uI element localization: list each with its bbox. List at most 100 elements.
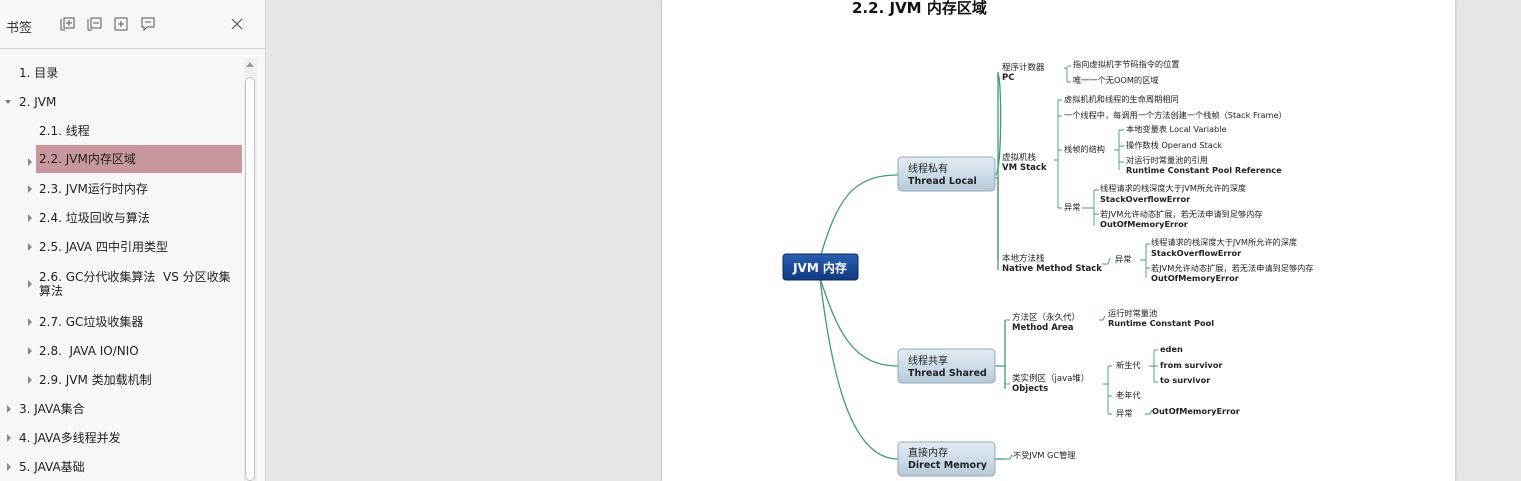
bookmark-item-selected[interactable]: 2.2. JVM内存区域 bbox=[36, 145, 242, 173]
bookmark-panel: 书签 1. 目录 2. JVM 2.1. 线程 2.2. JVM内存区域 2.3… bbox=[0, 0, 266, 481]
bookmark-label: 4. JAVA多线程并发 bbox=[19, 431, 121, 445]
leaf-text: 运行时常量池 bbox=[1108, 308, 1157, 318]
bookmark-item[interactable]: 1. 目录 bbox=[0, 65, 243, 81]
bookmark-item[interactable]: 4. JAVA多线程并发 bbox=[0, 430, 243, 446]
bookmark-note-icon[interactable] bbox=[140, 16, 156, 32]
bookmark-label-continued: 算法 bbox=[39, 284, 64, 298]
bookmark-label: 2.4. 垃圾回收与算法 bbox=[39, 211, 150, 225]
jvm-memory-mindmap: JVM 内存 线程私有 Thread Local 线程共享 Thread Sha… bbox=[782, 59, 1313, 477]
leaf-text: OutOfMemoryError bbox=[1151, 273, 1240, 283]
caret-right-icon[interactable] bbox=[25, 316, 35, 330]
caret-right-icon[interactable] bbox=[25, 278, 35, 292]
bookmark-scrollbar[interactable] bbox=[244, 58, 257, 481]
leaf-text: 操作数栈 Operand Stack bbox=[1126, 140, 1222, 150]
caret-right-icon[interactable] bbox=[25, 345, 35, 359]
leaf-text: 本地变量表 Local Variable bbox=[1126, 124, 1227, 134]
caret-right-icon[interactable] bbox=[4, 403, 14, 417]
leaf-text: from survivor bbox=[1160, 360, 1223, 370]
node-method-area-en: Method Area bbox=[1012, 323, 1074, 333]
bookmark-item[interactable]: 2.9. JVM 类加载机制 bbox=[0, 372, 243, 388]
bookmark-item[interactable]: 2.3. JVM运行时内存 bbox=[0, 181, 243, 197]
bookmark-label: 2.8. JAVA IO/NIO bbox=[39, 344, 139, 358]
branch-cn: 线程私有 bbox=[908, 162, 948, 175]
leaf-text: to survivor bbox=[1160, 375, 1211, 385]
bookmark-item[interactable]: 2.1. 线程 bbox=[0, 123, 243, 139]
bookmark-label: 2. JVM bbox=[19, 95, 57, 109]
mindmap-root-label: JVM 内存 bbox=[792, 260, 847, 275]
leaf-text: 不受JVM GC管理 bbox=[1013, 450, 1076, 460]
caret-down-icon[interactable] bbox=[4, 96, 14, 110]
caret-right-icon[interactable] bbox=[25, 374, 35, 388]
bookmark-item[interactable]: 2.4. 垃圾回收与算法 bbox=[0, 210, 243, 226]
node-pc-en: PC bbox=[1002, 73, 1014, 83]
node-frame-structure: 栈帧的结构 bbox=[1064, 144, 1105, 154]
leaf-text: eden bbox=[1160, 344, 1183, 354]
node-vm-stack-cn: 虚拟机栈 bbox=[1002, 152, 1037, 163]
node-exception: 异常 bbox=[1116, 408, 1132, 418]
node-pc-cn: 程序计数器 bbox=[1002, 62, 1045, 73]
bookmark-item[interactable]: 2.8. JAVA IO/NIO bbox=[0, 343, 243, 359]
caret-right-icon[interactable] bbox=[4, 461, 14, 475]
bookmark-label: 2.3. JVM运行时内存 bbox=[39, 182, 148, 196]
node-method-area-cn: 方法区（永久代） bbox=[1012, 312, 1080, 323]
node-exception: 异常 bbox=[1064, 202, 1080, 212]
caret-right-icon[interactable] bbox=[25, 183, 35, 197]
leaf-text: 若JVM允许动态扩展，若无法申请到足够内存 bbox=[1151, 263, 1313, 273]
leaf-text: 线程请求的栈深度大于JVM所允许的深度 bbox=[1151, 237, 1297, 247]
collapse-all-icon[interactable] bbox=[87, 16, 103, 32]
bookmark-label: 1. 目录 bbox=[19, 66, 59, 80]
leaf-text: 若JVM允许动态扩展，若无法申请到足够内存 bbox=[1100, 209, 1262, 219]
branch-en: Thread Shared bbox=[908, 368, 987, 379]
leaf-text: Runtime Constant Pool bbox=[1108, 318, 1214, 328]
node-young-gen: 新生代 bbox=[1116, 360, 1141, 370]
expand-all-icon[interactable] bbox=[60, 16, 76, 32]
bookmark-item[interactable]: 3. JAVA集合 bbox=[0, 401, 243, 417]
node-objects-cn: 类实例区（java堆） bbox=[1012, 373, 1089, 384]
node-old-gen: 老年代 bbox=[1116, 390, 1141, 400]
leaf-text: StackOverflowError bbox=[1100, 194, 1191, 204]
node-native-stack-cn: 本地方法栈 bbox=[1002, 253, 1045, 264]
leaf-text: OutOfMemoryError bbox=[1100, 219, 1189, 229]
branch-en: Direct Memory bbox=[908, 460, 988, 471]
leaf-text: 唯一一个无OOM的区域 bbox=[1073, 75, 1158, 85]
document-page: 2.2. JVM 内存区域 JVM 内存 线程私有 Thread Local 线… bbox=[662, 0, 1455, 481]
bookmark-label: 2.1. 线程 bbox=[39, 124, 90, 138]
leaf-text: 一个线程中，每调用一个方法创建一个栈帧（Stack Frame） bbox=[1064, 110, 1287, 120]
branch-en: Thread Local bbox=[908, 176, 977, 187]
branch-cn: 线程共享 bbox=[908, 354, 948, 367]
bookmark-panel-title: 书签 bbox=[6, 21, 33, 36]
node-vm-stack-en: VM Stack bbox=[1002, 163, 1047, 173]
branch-cn: 直接内存 bbox=[908, 446, 948, 459]
node-objects-en: Objects bbox=[1012, 384, 1048, 394]
caret-right-icon[interactable] bbox=[25, 241, 35, 255]
close-icon[interactable] bbox=[229, 16, 245, 32]
scroll-up-icon[interactable] bbox=[246, 62, 254, 67]
bookmark-item[interactable]: 2.6. GC分代收集算法 VS 分区收集 算法 bbox=[0, 269, 243, 299]
leaf-text: Runtime Constant Pool Reference bbox=[1126, 165, 1282, 175]
node-native-stack-en: Native Method Stack bbox=[1002, 264, 1102, 274]
add-bookmark-icon[interactable] bbox=[113, 16, 129, 32]
leaf-text: StackOverflowError bbox=[1151, 248, 1242, 258]
scrollbar-thumb[interactable] bbox=[245, 77, 255, 481]
bookmark-panel-header: 书签 bbox=[0, 0, 265, 49]
bookmark-label: 2.5. JAVA 四中引用类型 bbox=[39, 240, 168, 254]
leaf-text: 线程请求的栈深度大于JVM所允许的深度 bbox=[1100, 183, 1246, 193]
bookmark-item[interactable]: 2. JVM bbox=[0, 94, 243, 110]
node-exception: 异常 bbox=[1115, 254, 1131, 264]
leaf-text: 对运行时常量池的引用 bbox=[1126, 155, 1208, 165]
leaf-text: 指向虚拟机字节码指令的位置 bbox=[1073, 59, 1179, 69]
leaf-text: 虚拟机机和线程的生命周期相同 bbox=[1064, 94, 1179, 104]
caret-right-icon[interactable] bbox=[4, 432, 14, 446]
leaf-text: OutOfMemoryError bbox=[1152, 406, 1241, 416]
bookmark-label: 2.6. GC分代收集算法 VS 分区收集 bbox=[39, 270, 231, 284]
bookmark-label: 2.2. JVM内存区域 bbox=[39, 152, 136, 166]
bookmark-label: 2.7. GC垃圾收集器 bbox=[39, 315, 144, 329]
bookmark-label: 5. JAVA基础 bbox=[19, 460, 85, 474]
bookmark-item[interactable]: 5. JAVA基础 bbox=[0, 459, 243, 475]
caret-right-icon[interactable] bbox=[25, 212, 35, 226]
bookmark-label: 3. JAVA集合 bbox=[19, 402, 85, 416]
bookmark-item[interactable]: 2.7. GC垃圾收集器 bbox=[0, 314, 243, 330]
caret-right-icon[interactable] bbox=[25, 153, 35, 166]
bookmark-label: 2.9. JVM 类加载机制 bbox=[39, 373, 152, 387]
bookmark-item[interactable]: 2.5. JAVA 四中引用类型 bbox=[0, 239, 243, 255]
